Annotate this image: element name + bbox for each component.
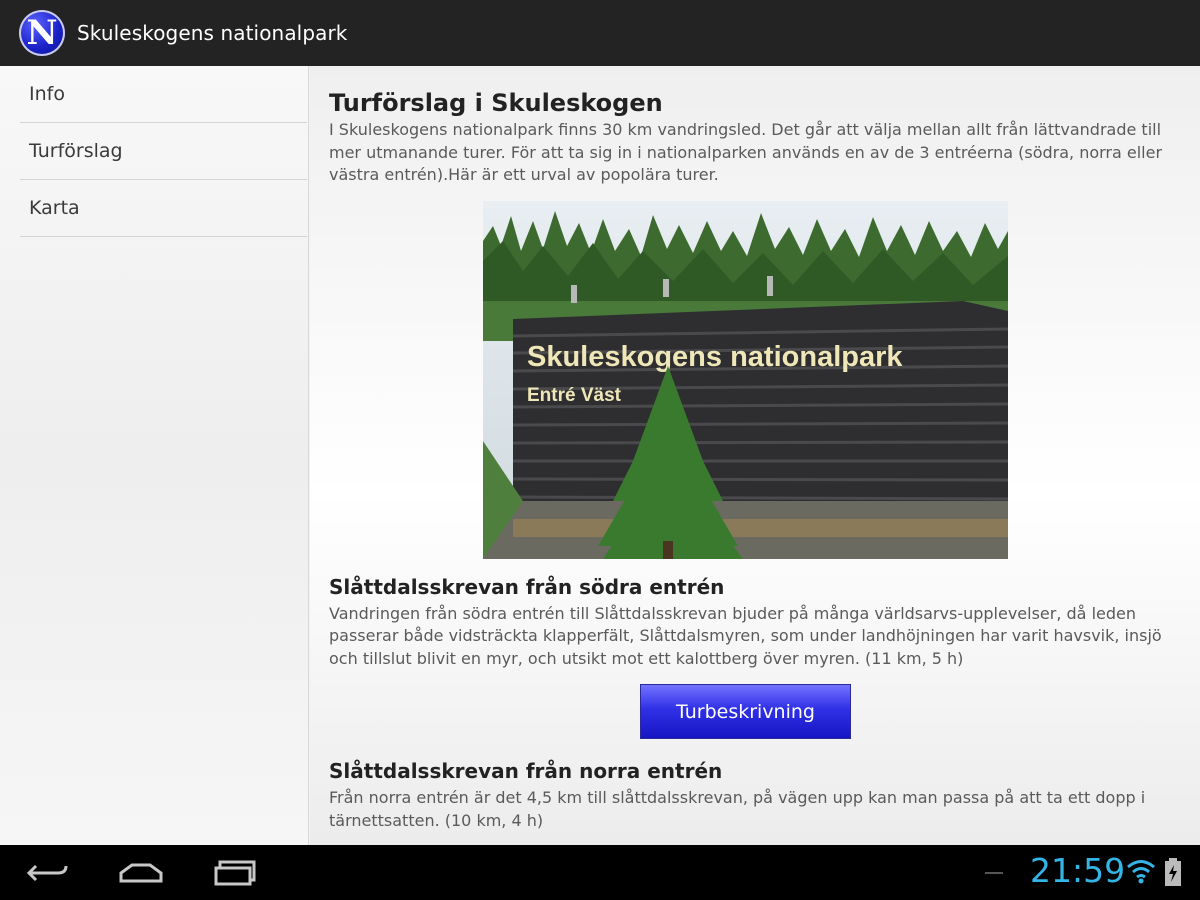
intro-text: I Skuleskogens nationalpark finns 30 km … <box>329 120 1163 184</box>
app-logo-icon[interactable]: N <box>19 10 65 56</box>
recent-apps-icon[interactable] <box>214 859 258 887</box>
action-bar: N Skuleskogens nationalpark <box>0 0 1200 66</box>
app-title: Skuleskogens nationalpark <box>77 21 348 45</box>
content-column: Turförslag i Skuleskogen I Skuleskogens … <box>329 66 1179 832</box>
sidebar-item-label: Info <box>29 83 65 105</box>
park-entrance-image: Skuleskogens nationalpark Entré Väst <box>483 200 1008 559</box>
battery-charging-icon[interactable] <box>1164 857 1182 887</box>
system-navigation-bar: 21:59 <box>0 845 1200 900</box>
sidebar-item-turforslag[interactable]: Turförslag <box>20 123 307 180</box>
route-description-button[interactable]: Turbeskrivning <box>640 684 851 739</box>
sidebar: Info Turförslag Karta <box>0 66 309 845</box>
section-title: Slåttdalsskrevan från södra entrén <box>329 574 725 599</box>
sign-text-subtitle: Entré Väst <box>527 385 622 406</box>
sidebar-item-label: Karta <box>29 197 80 219</box>
wifi-icon[interactable] <box>1126 859 1156 885</box>
sidebar-item-karta[interactable]: Karta <box>20 180 307 237</box>
sidebar-item-label: Turförslag <box>29 140 123 162</box>
section-title: Slåttdalsskrevan från norra entrén <box>329 759 723 783</box>
page-title: Turförslag i Skuleskogen <box>329 89 663 117</box>
notification-indicator-icon[interactable] <box>985 872 1003 874</box>
clock[interactable]: 21:59 <box>1030 851 1125 890</box>
home-icon[interactable] <box>118 861 164 885</box>
sidebar-item-info[interactable]: Info <box>20 66 307 123</box>
section-text: Vandringen från södra entrén till Slåttd… <box>329 603 1162 668</box>
back-icon[interactable] <box>26 861 70 885</box>
main-content[interactable]: Turförslag i Skuleskogen I Skuleskogens … <box>310 66 1200 845</box>
section-text: Från norra entrén är det 4,5 km till slå… <box>329 788 1146 830</box>
sign-text-title: Skuleskogens nationalpark <box>527 341 903 373</box>
